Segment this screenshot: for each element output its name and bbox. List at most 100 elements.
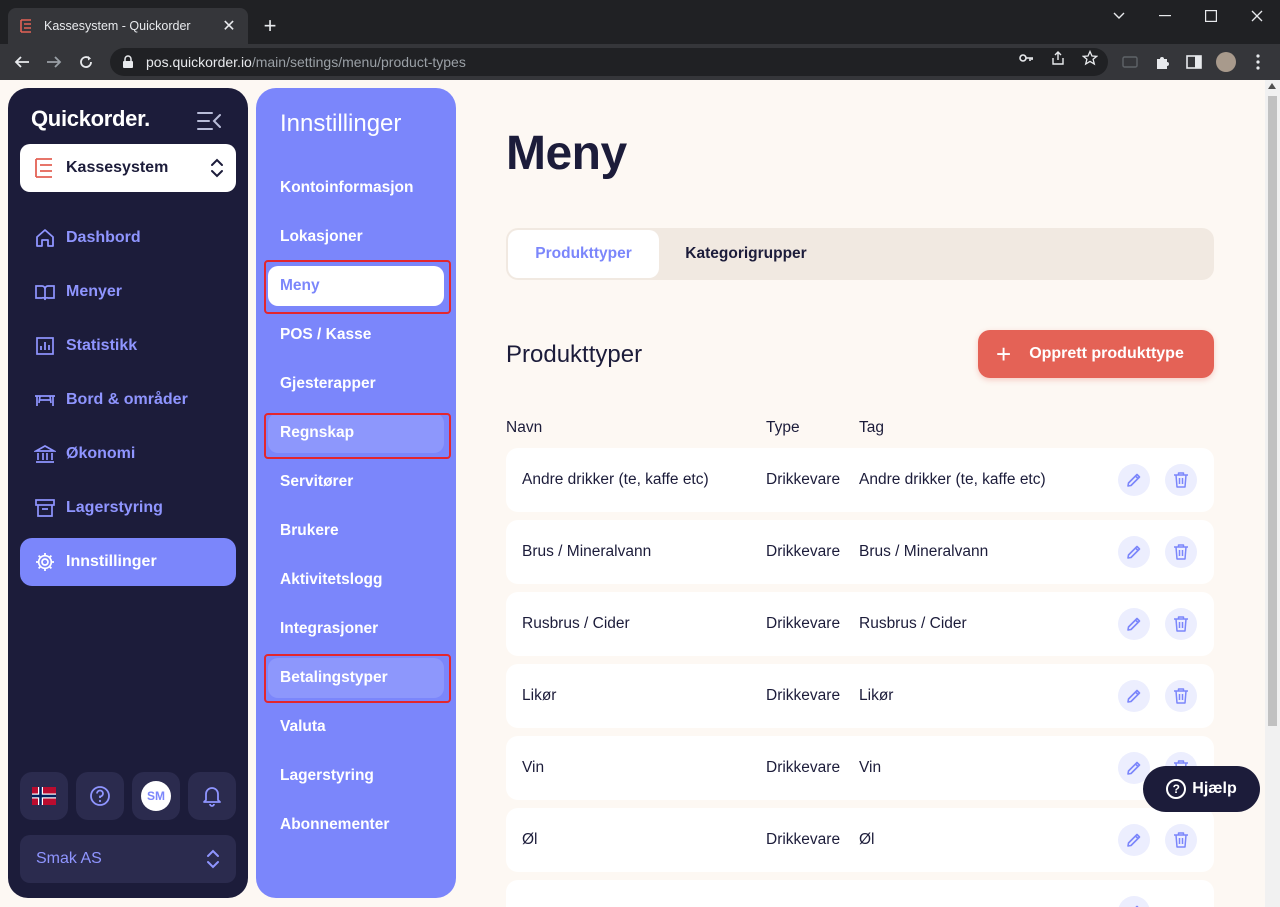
highlight-box-meny: [264, 260, 451, 314]
table-row: Vin Drikkevare Vin: [506, 736, 1214, 800]
cell-tag: Andre drikker (te, kaffe etc): [859, 471, 1046, 488]
browser-tab[interactable]: Kassesystem - Quickorder ✕: [8, 8, 248, 44]
cell-tag: Rusbrus / Cider: [859, 615, 967, 632]
settings-item-gjesterapper[interactable]: Gjesterapper: [268, 364, 444, 404]
highlight-box-regnskap: [264, 413, 451, 459]
highlight-box-betalingstyper: [264, 654, 451, 703]
settings-item-lagerstyring[interactable]: Lagerstyring: [268, 756, 444, 796]
table-row: Øl Drikkevare Øl: [506, 808, 1214, 872]
help-center-button[interactable]: [76, 772, 124, 820]
more-menu-icon[interactable]: [1248, 52, 1268, 72]
settings-item-abonnementer[interactable]: Abonnementer: [268, 805, 444, 845]
edit-pencil-icon[interactable]: [1118, 896, 1150, 907]
cell-name: Likør: [522, 687, 557, 704]
delete-trash-icon[interactable]: [1165, 824, 1197, 856]
page-scrollbar[interactable]: [1265, 80, 1280, 907]
plus-icon: +: [996, 339, 1012, 369]
url-path: /main/settings/menu/product-types: [251, 54, 466, 70]
star-icon[interactable]: [1082, 50, 1098, 66]
chevron-updown-icon: [207, 849, 219, 869]
segmented-tabs: Produkttyper Kategorigrupper: [506, 228, 1214, 280]
nav-label: Økonomi: [66, 445, 136, 462]
edit-pencil-icon[interactable]: [1118, 536, 1150, 568]
profile-avatar-icon[interactable]: [1216, 52, 1236, 72]
close-window-icon[interactable]: [1234, 0, 1280, 32]
cell-type: Drikkevare: [766, 471, 841, 488]
nav-okonomi[interactable]: Økonomi: [20, 430, 236, 478]
system-selector[interactable]: Kassesystem: [20, 144, 236, 192]
scroll-up-arrow-icon[interactable]: [1268, 83, 1276, 89]
puzzle-icon[interactable]: [1152, 52, 1172, 72]
delete-trash-icon[interactable]: [1165, 464, 1197, 496]
delete-trash-icon[interactable]: [1165, 608, 1197, 640]
forward-icon[interactable]: [40, 48, 68, 76]
notifications-button[interactable]: [188, 772, 236, 820]
browser-toolbar: pos.quickorder.io/main/settings/menu/pro…: [0, 44, 1280, 80]
cell-tag: Likør: [859, 687, 894, 704]
create-product-type-button[interactable]: + Opprett produkttype: [978, 330, 1214, 378]
maximize-icon[interactable]: [1188, 0, 1234, 32]
edit-pencil-icon[interactable]: [1118, 680, 1150, 712]
tab-search-icon[interactable]: [1096, 0, 1142, 32]
collapse-sidebar-icon[interactable]: [196, 110, 222, 132]
scrollbar-thumb[interactable]: [1268, 96, 1277, 726]
settings-item-valuta[interactable]: Valuta: [268, 707, 444, 747]
settings-item-brukere[interactable]: Brukere: [268, 511, 444, 551]
tab-kategorigrupper[interactable]: Kategorigrupper: [666, 230, 826, 278]
settings-item-servitorer[interactable]: Servitører: [268, 462, 444, 502]
book-icon: [35, 285, 55, 301]
pos-system-icon: [35, 158, 52, 178]
delete-trash-icon[interactable]: [1165, 536, 1197, 568]
column-header-type: Type: [766, 419, 800, 436]
tab-produkttyper[interactable]: Produkttyper: [508, 230, 659, 278]
new-tab-icon[interactable]: +: [256, 12, 284, 40]
extension-icon[interactable]: [1120, 52, 1140, 72]
settings-item-kontoinformasjon[interactable]: Kontoinformasjon: [268, 168, 444, 208]
cell-name: Rusbrus / Cider: [522, 615, 630, 632]
settings-item-aktivitetslogg[interactable]: Aktivitetslogg: [268, 560, 444, 600]
settings-item-lokasjoner[interactable]: Lokasjoner: [268, 217, 444, 257]
question-circle-icon: [90, 786, 110, 806]
reload-icon[interactable]: [72, 48, 100, 76]
create-button-label: Opprett produkttype: [1029, 345, 1184, 362]
nav-statistikk[interactable]: Statistikk: [20, 322, 236, 370]
cell-type: Drikkevare: [766, 759, 841, 776]
company-name: Smak AS: [36, 850, 102, 867]
table-row: Andre drikker (te, kaffe etc) Drikkevare A…: [506, 448, 1214, 512]
minimize-icon[interactable]: [1142, 0, 1188, 32]
edit-pencil-icon[interactable]: [1118, 608, 1150, 640]
edit-pencil-icon[interactable]: [1118, 824, 1150, 856]
nav-menyer[interactable]: Menyer: [20, 268, 236, 316]
cell-name: Brus / Mineralvann: [522, 543, 652, 560]
user-menu-button[interactable]: SM: [132, 772, 180, 820]
chart-icon: [36, 337, 54, 355]
back-icon[interactable]: [8, 48, 36, 76]
nav-lagerstyring[interactable]: Lagerstyring: [20, 484, 236, 532]
share-icon[interactable]: [1050, 50, 1066, 66]
main-content: Meny Produkttyper Kategorigrupper Produk…: [506, 80, 1214, 907]
table-icon: [35, 395, 55, 406]
key-icon[interactable]: [1018, 50, 1034, 66]
nav-dashbord[interactable]: Dashbord: [20, 214, 236, 262]
nav-label: Lagerstyring: [66, 499, 163, 516]
page-viewport: Quickorder. Kassesystem Dashbord Menyer …: [0, 80, 1280, 907]
archive-icon: [35, 499, 55, 517]
page-title: Meny: [506, 127, 627, 180]
section-title: Produkttyper: [506, 341, 643, 368]
delete-trash-icon[interactable]: [1165, 680, 1197, 712]
settings-item-pos-kasse[interactable]: POS / Kasse: [268, 315, 444, 355]
nav-innstillinger[interactable]: Innstillinger: [20, 538, 236, 586]
sidepanel-icon[interactable]: [1184, 52, 1204, 72]
language-button[interactable]: [20, 772, 68, 820]
help-chat-button[interactable]: ? Hjælp: [1143, 766, 1260, 812]
company-selector[interactable]: Smak AS: [20, 835, 236, 883]
edit-pencil-icon[interactable]: [1118, 464, 1150, 496]
cell-type: Drikkevare: [766, 831, 841, 848]
settings-item-integrasjoner[interactable]: Integrasjoner: [268, 609, 444, 649]
system-selector-label: Kassesystem: [66, 159, 169, 176]
address-bar[interactable]: pos.quickorder.io/main/settings/menu/pro…: [110, 48, 1108, 76]
nav-bord-omrader[interactable]: Bord & områder: [20, 376, 236, 424]
nav-label: Dashbord: [66, 229, 141, 246]
tab-close-icon[interactable]: ✕: [220, 17, 238, 35]
browser-tabbar: Kassesystem - Quickorder ✕ +: [0, 0, 1280, 44]
